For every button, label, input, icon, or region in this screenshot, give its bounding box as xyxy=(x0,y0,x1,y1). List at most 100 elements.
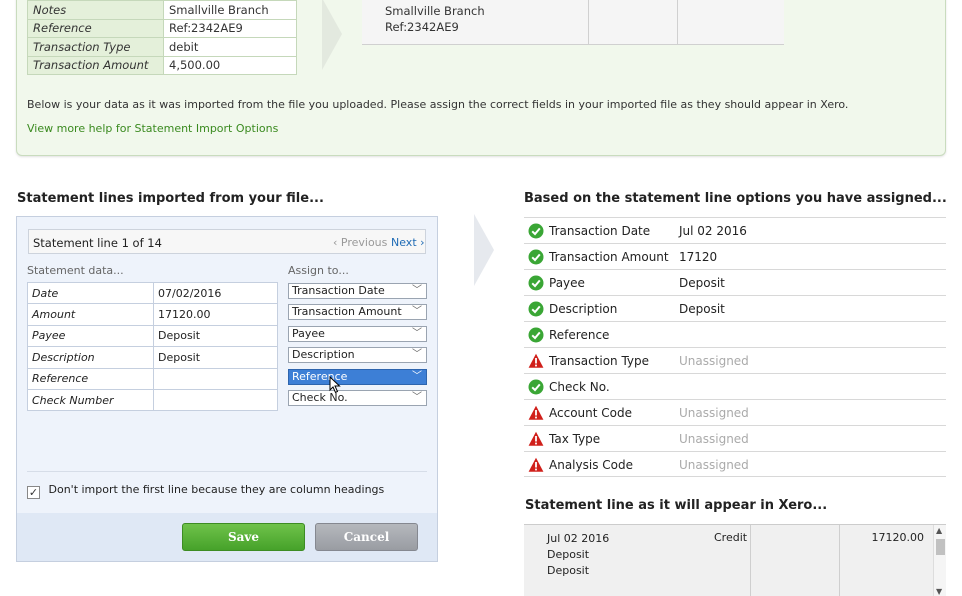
table-row: Check Number xyxy=(27,388,278,412)
results-list: Transaction Date Jul 02 2016 Transaction… xyxy=(524,217,946,477)
previous-link[interactable]: ‹ Previous xyxy=(333,236,387,249)
preview-line: Ref:2342AE9 xyxy=(385,20,459,34)
chevron-down-icon: ﹀ xyxy=(412,285,422,296)
result-field: Transaction Amount xyxy=(549,250,669,264)
result-field: Transaction Date xyxy=(549,224,651,238)
result-value: Unassigned xyxy=(679,354,749,368)
check-circle-icon xyxy=(528,327,544,343)
result-field: Description xyxy=(549,302,618,316)
table-row: Reference Ref:2342AE9 xyxy=(27,18,297,38)
assigned-options-heading: Based on the statement line options you … xyxy=(524,191,947,206)
warning-triangle-icon xyxy=(528,457,544,473)
select-value: Transaction Amount xyxy=(292,305,402,319)
assign-select-date[interactable]: Transaction Date ﹀ xyxy=(288,283,427,299)
sample-label: Transaction Amount xyxy=(27,55,164,75)
result-row: Transaction Date Jul 02 2016 xyxy=(524,217,946,243)
sample-data-table: Notes Smallville Branch Reference Ref:23… xyxy=(27,0,297,75)
assign-to-label: Assign to... xyxy=(288,264,349,277)
skip-header-checkbox-row[interactable]: ✓ Don't import the first line because th… xyxy=(27,483,384,499)
sample-value: 4,500.00 xyxy=(163,55,297,75)
result-row: Description Deposit xyxy=(524,295,946,321)
scroll-up-icon[interactable]: ▲ xyxy=(936,526,942,535)
result-row: Transaction Amount 17120 xyxy=(524,243,946,269)
sample-value: Ref:2342AE9 xyxy=(163,18,297,38)
table-row: Date 07/02/2016 xyxy=(27,281,278,305)
result-field: Reference xyxy=(549,328,610,342)
check-circle-icon xyxy=(528,275,544,291)
field-value: Deposit xyxy=(153,346,278,369)
table-row: Notes Smallville Branch xyxy=(27,0,297,20)
cancel-button[interactable]: Cancel xyxy=(315,523,418,551)
divider xyxy=(27,471,427,472)
checkbox-checked-icon[interactable]: ✓ xyxy=(27,486,40,499)
preview-description: Deposit xyxy=(547,564,590,577)
preview-payee: Deposit xyxy=(547,548,590,561)
table-row: Description Deposit xyxy=(27,346,278,369)
field-value xyxy=(153,388,278,412)
scrollbar-thumb[interactable] xyxy=(936,539,945,555)
result-row: Payee Deposit xyxy=(524,269,946,295)
help-link[interactable]: View more help for Statement Import Opti… xyxy=(27,122,278,135)
table-row: Amount 17120.00 xyxy=(27,303,278,326)
sample-preview-text: Smallville Branch Ref:2342AE9 xyxy=(362,0,589,44)
result-value: Deposit xyxy=(679,302,725,316)
table-row: Payee Deposit xyxy=(27,324,278,348)
assign-select-description[interactable]: Description ﹀ xyxy=(288,347,427,364)
column-divider xyxy=(750,525,751,596)
result-field: Account Code xyxy=(549,406,632,420)
preview-amount: 17120.00 xyxy=(871,531,925,544)
assign-select-reference[interactable]: Reference ﹀ xyxy=(288,368,427,385)
warning-triangle-icon xyxy=(528,431,544,447)
assign-column: Transaction Date ﹀ Transaction Amount ﹀ … xyxy=(288,283,428,411)
sample-label: Notes xyxy=(27,0,164,20)
result-field: Analysis Code xyxy=(549,458,633,472)
result-row: Check No. xyxy=(524,373,946,399)
field-name: Amount xyxy=(27,303,154,326)
result-row: Account Code Unassigned xyxy=(524,399,946,425)
assign-select-amount[interactable]: Transaction Amount ﹀ xyxy=(288,304,427,321)
assign-select-check-number[interactable]: Check No. ﹀ xyxy=(288,389,427,406)
import-info-text: Below is your data as it was imported fr… xyxy=(27,98,849,111)
check-circle-icon xyxy=(528,379,544,395)
check-circle-icon xyxy=(528,223,544,239)
select-value: Transaction Date xyxy=(292,284,385,297)
field-value: Deposit xyxy=(153,324,278,348)
xero-preview-panel: Jul 02 2016 Deposit Deposit Credit 17120… xyxy=(524,524,946,596)
checkbox-label: Don't import the first line because they… xyxy=(48,483,385,496)
scrollbar[interactable]: ▲ ▼ xyxy=(933,525,946,596)
result-row: Transaction Type Unassigned xyxy=(524,347,946,373)
result-value: Unassigned xyxy=(679,432,749,446)
sample-value: debit xyxy=(163,37,297,57)
statement-line-title: Statement line 1 of 14 xyxy=(33,236,162,250)
statement-line-navigator: Statement line 1 of 14 ‹ Previous Next › xyxy=(28,229,426,254)
warning-triangle-icon xyxy=(528,405,544,421)
arrow-right-shape xyxy=(322,0,342,70)
result-field: Check No. xyxy=(549,380,610,394)
statement-lines-heading: Statement lines imported from your file.… xyxy=(17,191,324,206)
mapping-panel: Statement line 1 of 14 ‹ Previous Next ›… xyxy=(16,216,438,562)
chevron-down-icon: ﹀ xyxy=(412,370,422,382)
chevron-down-icon: ﹀ xyxy=(412,306,422,318)
result-field: Payee xyxy=(549,276,585,290)
chevron-down-icon: ﹀ xyxy=(412,327,422,339)
column-divider xyxy=(839,525,840,596)
sample-value: Smallville Branch xyxy=(163,0,297,20)
result-value: Deposit xyxy=(679,276,725,290)
table-row: Transaction Amount 4,500.00 xyxy=(27,55,297,75)
select-value: Payee xyxy=(292,326,325,340)
result-value: Unassigned xyxy=(679,406,749,420)
assign-select-payee[interactable]: Payee ﹀ xyxy=(288,325,427,342)
next-link[interactable]: Next › xyxy=(391,236,425,249)
check-circle-icon xyxy=(528,249,544,265)
preview-type: Credit xyxy=(714,531,748,544)
field-name: Date xyxy=(27,281,154,305)
field-name: Payee xyxy=(27,324,154,348)
result-field: Transaction Type xyxy=(549,354,650,368)
select-value: Description xyxy=(292,348,355,362)
sample-label: Transaction Type xyxy=(27,37,164,57)
xero-preview-heading: Statement line as it will appear in Xero… xyxy=(525,498,828,513)
save-button[interactable]: Save xyxy=(182,523,305,551)
sample-preview-card: Smallville Branch Ref:2342AE9 xyxy=(362,0,784,45)
scroll-down-icon[interactable]: ▼ xyxy=(936,587,942,596)
chevron-down-icon: ﹀ xyxy=(412,349,422,361)
